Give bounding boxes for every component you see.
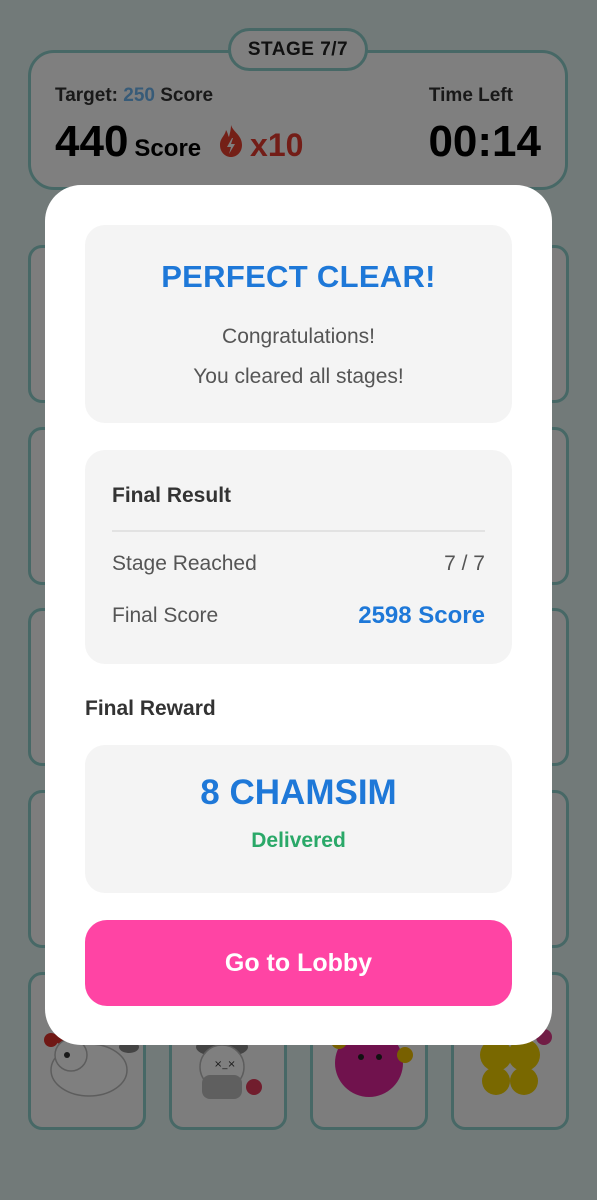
clear-message: Congratulations! You cleared all stages! (85, 317, 512, 397)
final-reward-label: Final Reward (85, 697, 216, 720)
final-score-value: 2598 Score (358, 602, 485, 629)
divider (112, 530, 485, 532)
clear-banner: PERFECT CLEAR! Congratulations! You clea… (85, 225, 512, 423)
reward-amount: 8 CHAMSIM (200, 773, 397, 812)
stage-reached-row: Stage Reached 7 / 7 (112, 552, 485, 576)
final-result-header: Final Result (112, 484, 232, 507)
reward-status: Delivered (251, 829, 346, 852)
go-to-lobby-button[interactable]: Go to Lobby (85, 920, 512, 1006)
stage-reached-value: 7 / 7 (444, 552, 485, 575)
final-score-row: Final Score 2598 Score (112, 602, 485, 629)
clear-title: PERFECT CLEAR! (161, 259, 436, 294)
cleared-text: You cleared all stages! (193, 365, 404, 388)
stage-reached-label: Stage Reached (112, 552, 257, 575)
final-result-panel: Final Result Stage Reached 7 / 7 Final S… (85, 450, 512, 664)
result-dialog: PERFECT CLEAR! Congratulations! You clea… (45, 185, 552, 1045)
final-score-label: Final Score (112, 604, 219, 627)
reward-panel: 8 CHAMSIM Delivered (85, 745, 512, 893)
congrats-text: Congratulations! (222, 325, 375, 348)
